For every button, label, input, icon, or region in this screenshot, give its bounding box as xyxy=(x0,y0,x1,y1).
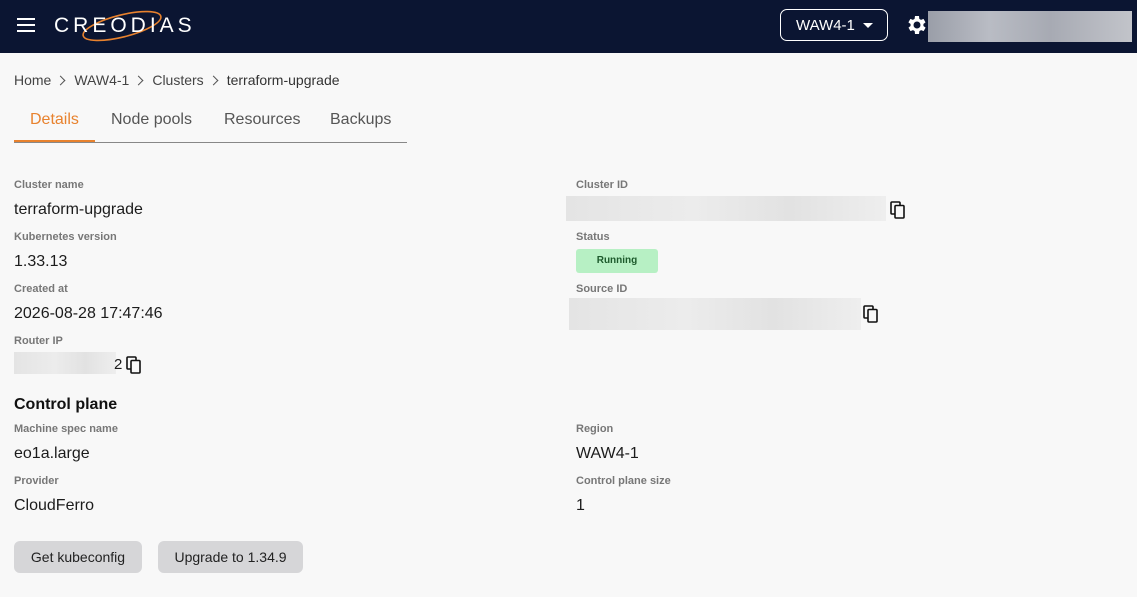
cluster-name-label: Cluster name xyxy=(14,179,84,191)
tab-backups[interactable]: Backups xyxy=(330,111,391,129)
breadcrumb-clusters[interactable]: Clusters xyxy=(152,72,203,88)
copy-icon[interactable] xyxy=(863,305,879,323)
cluster-id-redacted xyxy=(566,196,886,221)
control-plane-size-label: Control plane size xyxy=(576,475,671,487)
tab-details[interactable]: Details xyxy=(30,111,79,129)
breadcrumb-home[interactable]: Home xyxy=(14,72,51,88)
created-at-label: Created at xyxy=(14,283,68,295)
breadcrumb-region[interactable]: WAW4-1 xyxy=(74,72,129,88)
upgrade-button[interactable]: Upgrade to 1.34.9 xyxy=(158,541,303,573)
chevron-right-icon xyxy=(133,75,144,85)
machine-spec-label: Machine spec name xyxy=(14,423,118,435)
copy-icon[interactable] xyxy=(890,201,906,219)
gear-icon[interactable] xyxy=(904,13,928,37)
region-select[interactable]: WAW4-1 xyxy=(780,9,888,41)
active-tab-indicator xyxy=(14,140,95,142)
user-account-redacted[interactable] xyxy=(928,11,1132,42)
tab-node-pools[interactable]: Node pools xyxy=(111,111,192,129)
status-badge: Running xyxy=(576,249,658,273)
get-kubeconfig-button[interactable]: Get kubeconfig xyxy=(14,541,142,573)
region-select-value: WAW4-1 xyxy=(796,17,855,34)
cluster-name-value: terraform-upgrade xyxy=(14,201,143,218)
copy-icon[interactable] xyxy=(126,356,142,374)
provider-label: Provider xyxy=(14,475,59,487)
kubernetes-version-value: 1.33.13 xyxy=(14,253,68,270)
control-plane-size-value: 1 xyxy=(576,497,585,514)
region-value: WAW4-1 xyxy=(576,445,639,462)
kubernetes-version-label: Kubernetes version xyxy=(14,231,117,243)
tab-bar: Details Node pools Resources Backups xyxy=(14,100,407,143)
machine-spec-value: eo1a.large xyxy=(14,445,90,462)
router-ip-redacted xyxy=(14,352,116,374)
tab-resources[interactable]: Resources xyxy=(224,111,300,129)
region-label: Region xyxy=(576,423,614,435)
source-id-label: Source ID xyxy=(576,283,628,295)
chevron-right-icon xyxy=(55,75,66,85)
breadcrumb-current: terraform-upgrade xyxy=(226,72,340,88)
control-plane-heading: Control plane xyxy=(14,396,118,413)
router-ip-tail: 2 xyxy=(114,356,123,373)
menu-icon[interactable] xyxy=(16,16,36,34)
caret-down-icon xyxy=(863,23,873,28)
status-label: Status xyxy=(576,231,610,243)
brand-text: CREODIAS xyxy=(54,14,196,37)
breadcrumb: Home WAW4-1 Clusters terraform-upgrade xyxy=(14,70,340,90)
source-id-redacted xyxy=(569,298,861,330)
cluster-id-label: Cluster ID xyxy=(576,179,628,191)
chevron-right-icon xyxy=(208,75,219,85)
top-bar: CREODIAS WAW4-1 xyxy=(0,0,1137,53)
router-ip-label: Router IP xyxy=(14,335,63,347)
provider-value: CloudFerro xyxy=(14,497,95,514)
brand-logo[interactable]: CREODIAS xyxy=(52,7,217,45)
created-at-value: 2026-08-28 17:47:46 xyxy=(14,305,163,322)
